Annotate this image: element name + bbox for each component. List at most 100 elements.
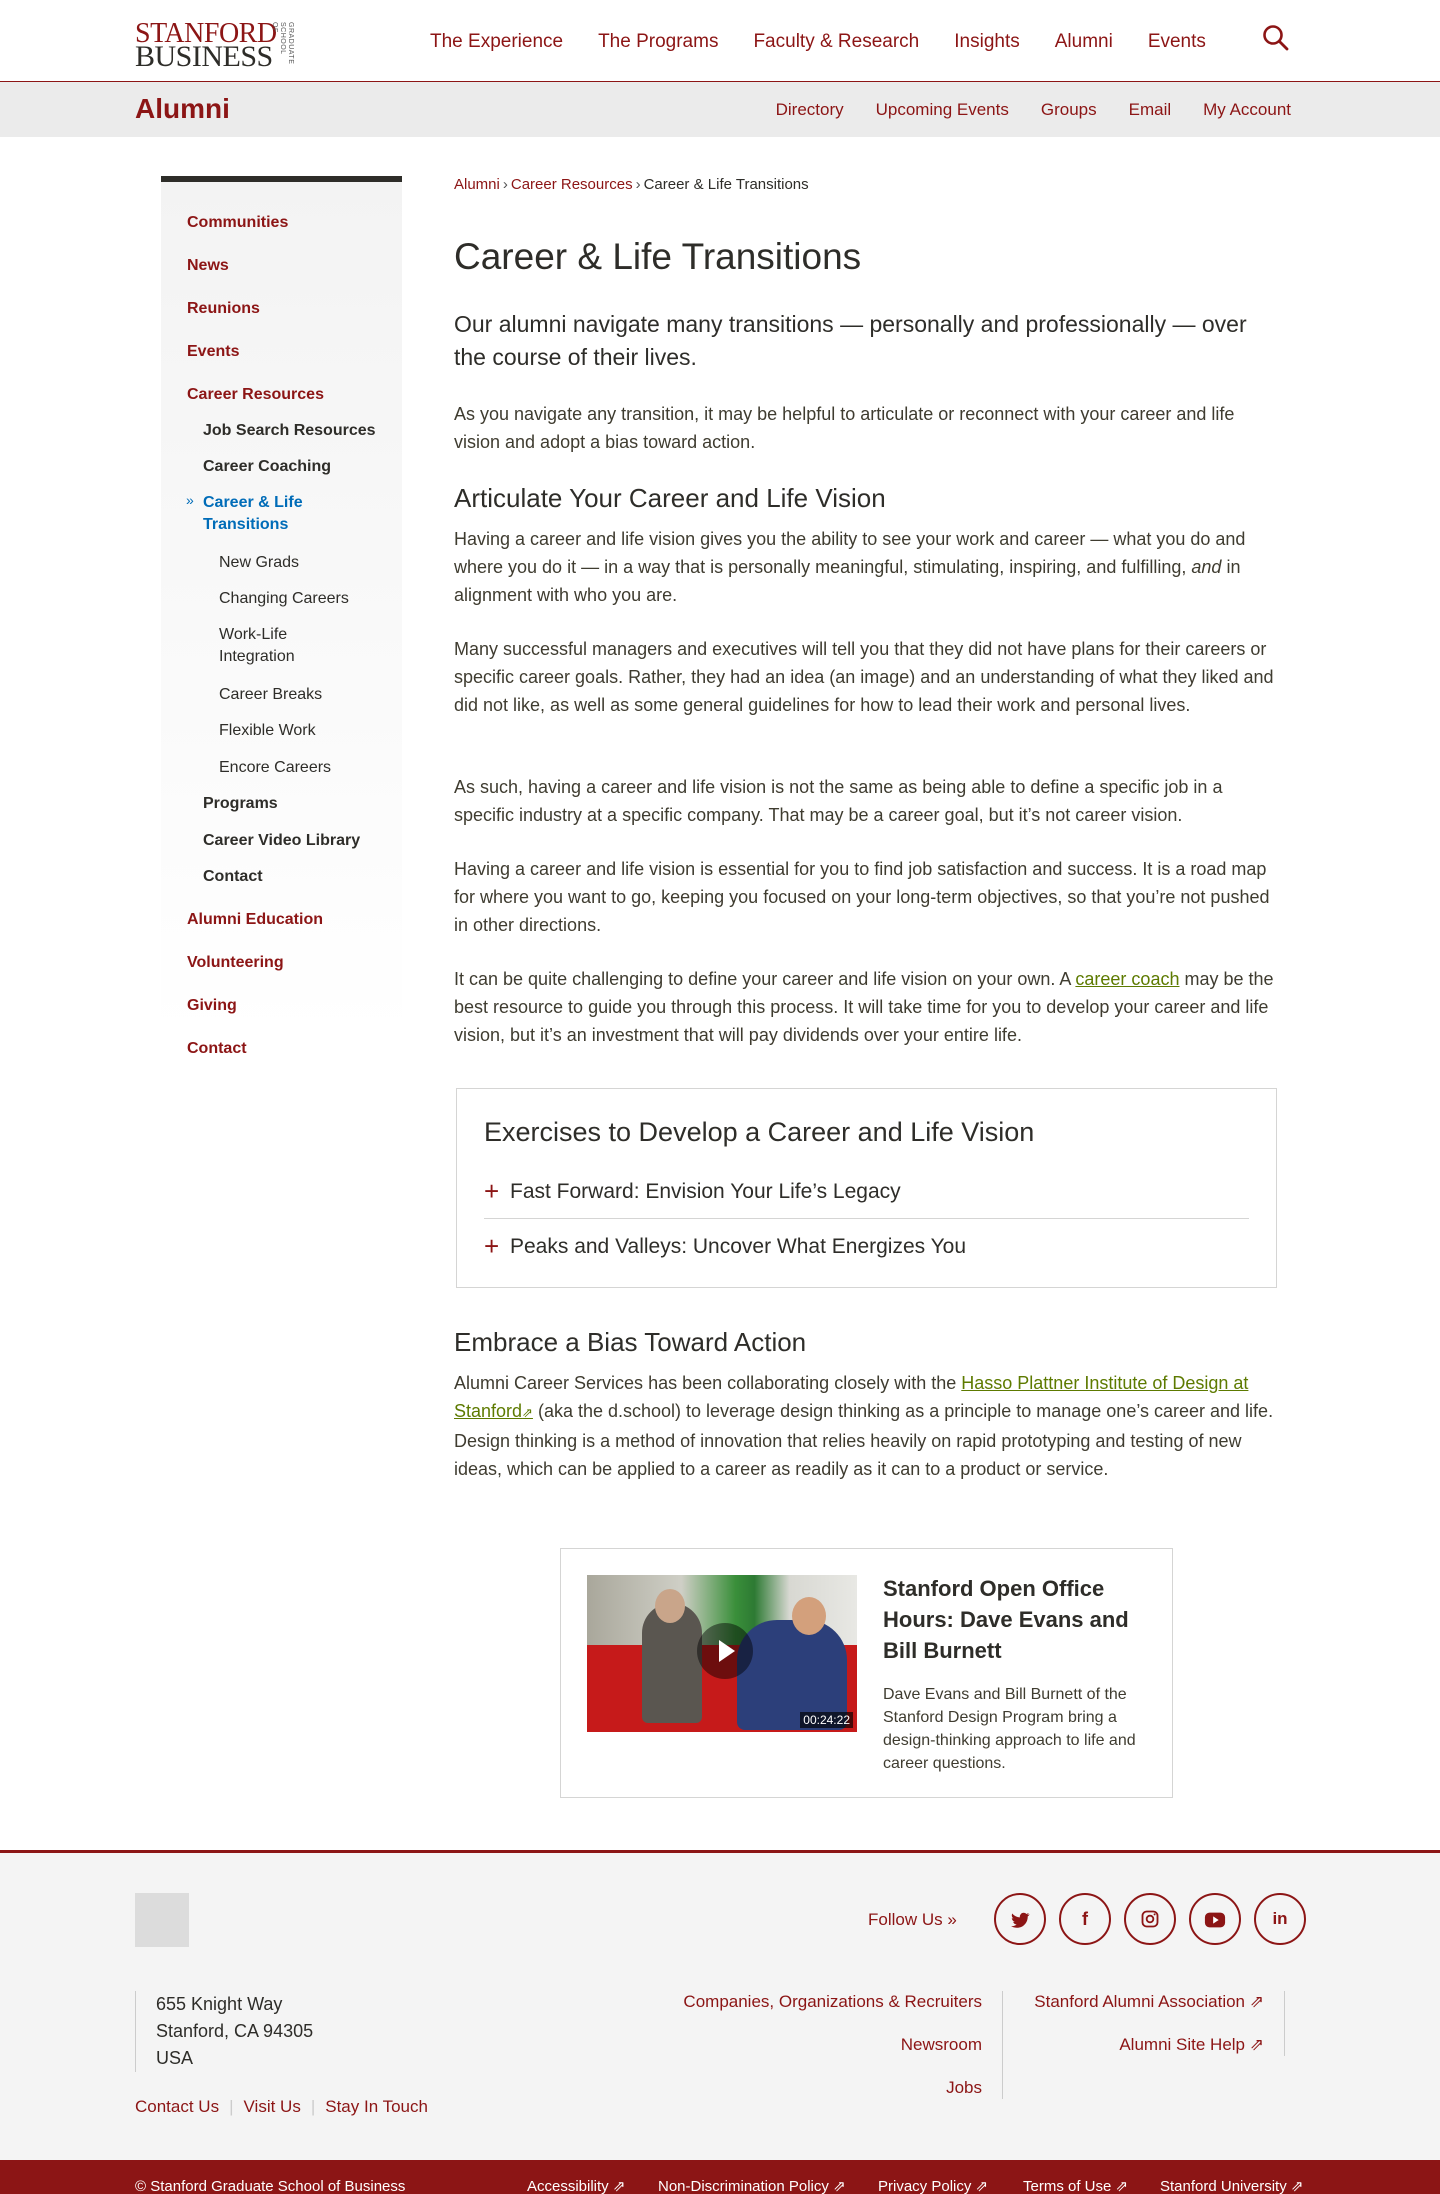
vision-paragraph-3: As such, having a career and life vision… — [454, 777, 1223, 825]
legal-link-terms[interactable]: Terms of Use ⇗ — [1023, 2178, 1128, 2194]
video-title[interactable]: Stanford Open Office Hours: Dave Evans a… — [883, 1573, 1153, 1666]
sidebar-item-career-breaks[interactable]: Career Breaks — [219, 684, 322, 706]
accordion-item-fast-forward[interactable]: + Fast Forward: Envision Your Life’s Leg… — [484, 1165, 1249, 1219]
nav-the-programs[interactable]: The Programs — [598, 28, 718, 56]
vision-paragraph-5: It can be quite challenging to define yo… — [454, 965, 1284, 1049]
sidebar-item-volunteering[interactable]: Volunteering — [187, 952, 284, 974]
alumni-bar: Alumni Directory Upcoming Events Groups … — [0, 82, 1440, 137]
nav-alumni[interactable]: Alumni — [1055, 28, 1113, 56]
address-line-2: Stanford, CA 94305 — [156, 2021, 314, 2041]
logo-line-business: BUSINESS — [135, 40, 273, 73]
bias-text-b: (aka the d.school) to leverage design th… — [454, 1401, 1274, 1479]
external-link-icon: ⇗ — [612, 2178, 626, 2194]
alumni-nav-email[interactable]: Email — [1129, 99, 1172, 121]
main-nav: The Experience The Programs Faculty & Re… — [430, 28, 1241, 56]
twitter-icon[interactable] — [994, 1893, 1046, 1945]
external-link-icon: ⇗ — [833, 2178, 846, 2194]
external-link-icon: ⇗ — [1290, 2178, 1304, 2194]
page-title: Career & Life Transitions — [454, 236, 862, 277]
sidebar-item-events[interactable]: Events — [187, 341, 239, 363]
search-icon[interactable] — [1262, 24, 1290, 52]
play-icon[interactable] — [697, 1623, 753, 1679]
footer-contact-us[interactable]: Contact Us — [135, 2097, 219, 2116]
external-link-icon: ⇗ — [1115, 2178, 1129, 2194]
address-line-3: USA — [156, 2048, 194, 2068]
career-coach-link[interactable]: career coach — [1075, 969, 1179, 989]
sidebar-item-work-life-integration[interactable]: Work-Life Integration — [219, 624, 349, 668]
legal-link-stanford-label: Stanford University — [1160, 2178, 1287, 2194]
breadcrumb: Alumni › Career Resources › Career & Life Tr… — [454, 175, 809, 195]
alumni-nav-upcoming-events[interactable]: Upcoming Events — [876, 99, 1009, 121]
sidebar-item-communities[interactable]: Communities — [187, 212, 288, 234]
legal-link-non-discrimination[interactable]: Non-Discrimination Policy ⇗ — [658, 2178, 846, 2194]
sidebar-item-career-coaching[interactable]: Career Coaching — [203, 456, 331, 478]
footer-link-recruiters[interactable]: Companies, Organizations & Recruiters — [683, 1991, 982, 2013]
sidebar-item-career-life-transitions[interactable]: Career & Life Transitions — [203, 492, 353, 536]
sidebar-item-alumni-education[interactable]: Alumni Education — [187, 909, 323, 931]
accordion-label: Peaks and Valleys: Uncover What Energize… — [510, 1235, 967, 1258]
footer-visit-us[interactable]: Visit Us — [244, 2097, 301, 2116]
active-chevron-icon: » — [186, 492, 194, 508]
divider: | — [229, 2097, 234, 2116]
sidebar-item-encore-careers[interactable]: Encore Careers — [219, 757, 331, 779]
facebook-icon[interactable]: f — [1059, 1893, 1111, 1945]
nav-faculty-research[interactable]: Faculty & Research — [753, 28, 919, 56]
legal-link-non-discrimination-label: Non-Discrimination Policy — [658, 2178, 829, 2194]
instagram-icon[interactable] — [1124, 1893, 1176, 1945]
footer-link-site-help[interactable]: Alumni Site Help ⇗ — [1034, 2034, 1264, 2056]
vision-p1-emphasis: and — [1191, 557, 1222, 577]
alumni-nav-directory[interactable]: Directory — [776, 99, 844, 121]
video-thumbnail[interactable]: 00:24:22 — [587, 1575, 857, 1732]
footer-logo[interactable] — [135, 1893, 189, 1947]
legal-link-privacy[interactable]: Privacy Policy ⇗ — [878, 2178, 988, 2194]
global-header: STANFORD BUSINESS GRADUATE SCHOOL OF The… — [0, 0, 1440, 82]
sidebar-item-changing-careers[interactable]: Changing Careers — [219, 588, 349, 610]
sidebar-item-career-resources[interactable]: Career Resources — [187, 384, 324, 406]
sidebar-item-giving[interactable]: Giving — [187, 995, 237, 1017]
follow-us-link[interactable]: Follow Us » — [868, 1909, 957, 1931]
alumni-title[interactable]: Alumni — [135, 92, 230, 126]
site-footer: Follow Us » f in 655 Knight Way Stanford… — [0, 1850, 1440, 2194]
sidebar-item-programs[interactable]: Programs — [203, 793, 278, 815]
footer-link-saa[interactable]: Stanford Alumni Association ⇗ — [1034, 1991, 1264, 2013]
breadcrumb-current: Career & Life Transitions — [643, 176, 809, 193]
alumni-nav: Directory Upcoming Events Groups Email M… — [744, 99, 1291, 121]
logo-side-text: GRADUATE SCHOOL OF — [271, 22, 294, 65]
section-sidebar: Communities News Reunions Events Career … — [161, 176, 402, 1057]
youtube-icon[interactable] — [1189, 1893, 1241, 1945]
legal-link-stanford[interactable]: Stanford University ⇗ — [1160, 2178, 1303, 2194]
nav-insights[interactable]: Insights — [954, 28, 1019, 56]
footer-stay-in-touch[interactable]: Stay In Touch — [325, 2097, 428, 2116]
sidebar-item-new-grads[interactable]: New Grads — [219, 552, 299, 574]
linkedin-icon[interactable]: in — [1254, 1893, 1306, 1945]
nav-the-experience[interactable]: The Experience — [430, 28, 563, 56]
alumni-nav-groups[interactable]: Groups — [1041, 99, 1097, 121]
footer-link-jobs[interactable]: Jobs — [683, 2077, 982, 2099]
sidebar-item-career-video-library[interactable]: Career Video Library — [203, 830, 360, 852]
sidebar-item-flexible-work[interactable]: Flexible Work — [219, 720, 316, 742]
sidebar-item-career-contact[interactable]: Contact — [203, 866, 263, 888]
external-link-icon: ⇗ — [1249, 1992, 1264, 2011]
external-link-icon: ⇗ — [1249, 2035, 1264, 2054]
stanford-gsb-logo[interactable]: STANFORD BUSINESS GRADUATE SCHOOL OF — [135, 20, 300, 72]
nav-events[interactable]: Events — [1148, 28, 1206, 56]
vision-paragraph-1: Having a career and life vision gives yo… — [454, 525, 1284, 609]
breadcrumb-alumni[interactable]: Alumni — [454, 176, 500, 193]
footer-bottom-links: Contact Us | Visit Us | Stay In Touch — [135, 2096, 428, 2118]
footer-address: 655 Knight Way Stanford, CA 94305 USA — [135, 1991, 313, 2072]
accordion-item-peaks-valleys[interactable]: + Peaks and Valleys: Uncover What Energi… — [484, 1220, 1249, 1274]
exercises-accordion: Exercises to Develop a Career and Life V… — [456, 1088, 1277, 1288]
sidebar-item-news[interactable]: News — [187, 255, 229, 277]
sidebar-item-reunions[interactable]: Reunions — [187, 298, 260, 320]
alumni-nav-my-account[interactable]: My Account — [1203, 99, 1291, 121]
sidebar-item-contact[interactable]: Contact — [187, 1038, 247, 1060]
vision-paragraph-2: Many successful managers and executives … — [454, 639, 1274, 715]
follow-us-label: Follow Us — [868, 1910, 943, 1929]
video-description: Dave Evans and Bill Burnett of the Stanf… — [883, 1686, 1136, 1772]
external-link-icon: ⇗ — [975, 2178, 989, 2194]
legal-link-accessibility[interactable]: Accessibility ⇗ — [527, 2178, 625, 2194]
sidebar-item-job-search-resources[interactable]: Job Search Resources — [203, 420, 376, 442]
footer-link-newsroom[interactable]: Newsroom — [683, 2034, 982, 2056]
thumbnail-person-right-head — [792, 1597, 826, 1635]
breadcrumb-career-resources[interactable]: Career Resources — [511, 176, 633, 193]
